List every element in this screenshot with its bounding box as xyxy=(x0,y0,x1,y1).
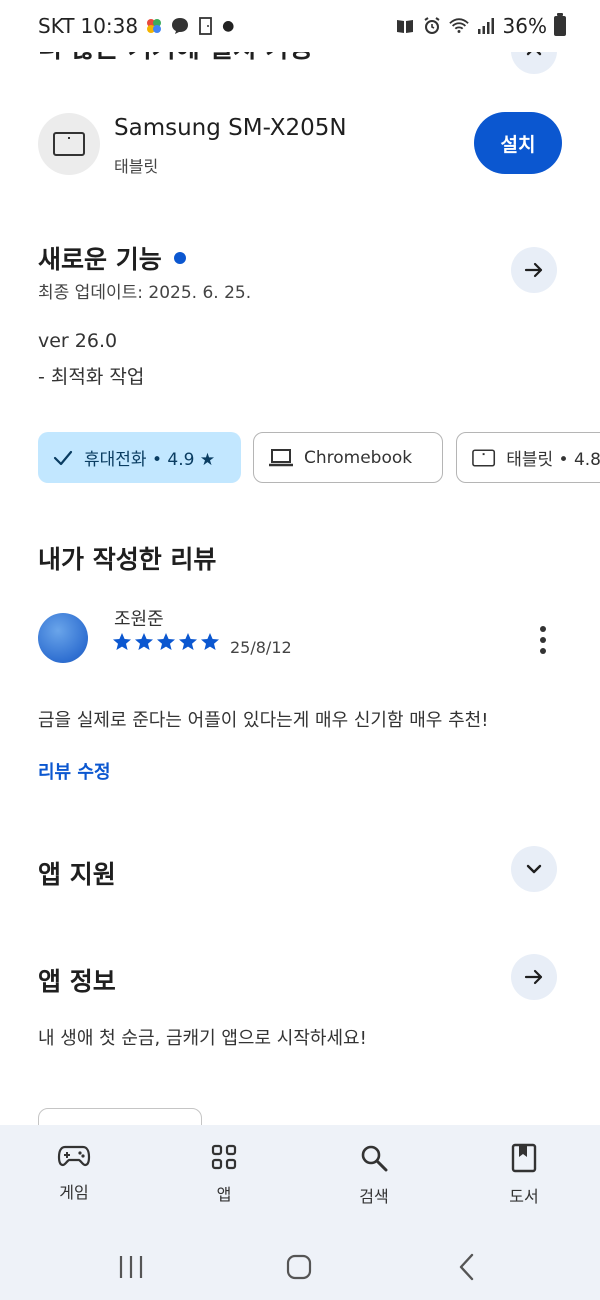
recent-apps-icon xyxy=(119,1256,143,1278)
edit-review-link[interactable]: 리뷰 수정 xyxy=(38,758,111,784)
review-more-button[interactable] xyxy=(530,622,556,658)
home-icon xyxy=(286,1254,312,1280)
more-vert-dot xyxy=(540,648,546,654)
nav-books[interactable]: 도서 xyxy=(479,1143,569,1207)
nav-apps[interactable]: 앱 xyxy=(179,1143,269,1205)
laptop-icon xyxy=(269,448,293,466)
status-left: SKT 10:38 ● xyxy=(38,14,234,38)
home-button[interactable] xyxy=(279,1249,319,1285)
reading-mode-icon xyxy=(395,16,415,36)
device-avatar xyxy=(38,113,100,175)
nav-search-label: 검색 xyxy=(359,1187,389,1206)
my-review-title: 내가 작성한 리뷰 xyxy=(38,545,217,574)
app-info-description: 내 생애 첫 순금, 금캐기 앱으로 시작하세요! xyxy=(38,1028,367,1049)
chip-phone-label: 휴대전화 • 4.9 ★ xyxy=(84,450,216,470)
signal-icon xyxy=(476,16,496,36)
arrow-right-icon xyxy=(524,969,543,985)
battery-icon xyxy=(554,13,566,36)
door-notification-icon xyxy=(196,16,216,36)
avatar xyxy=(38,613,88,663)
more-vert-dot xyxy=(540,626,546,632)
book-icon xyxy=(511,1143,537,1173)
battery-percent: 36% xyxy=(502,14,547,38)
device-name: Samsung SM-X205N xyxy=(114,115,347,141)
recent-apps-button[interactable] xyxy=(111,1249,151,1285)
chip-chromebook[interactable]: Chromebook xyxy=(253,432,443,483)
chip-tablet-label: 태블릿 • 4.8 xyxy=(506,450,600,470)
device-filter-chips: 휴대전화 • 4.9 ★ Chromebook 태블릿 • 4.8 xyxy=(38,432,600,483)
star-icon xyxy=(201,633,219,650)
chevron-down-icon xyxy=(526,864,542,874)
app-notification-icon xyxy=(144,16,164,36)
carrier-label: SKT xyxy=(38,14,75,38)
tablet-icon xyxy=(472,448,496,467)
more-notifications-dot: ● xyxy=(222,18,235,34)
whats-new-header[interactable]: 새로운 기능 xyxy=(38,240,186,276)
chat-notification-icon xyxy=(170,16,190,36)
star-icon xyxy=(157,633,175,650)
nav-games-label: 게임 xyxy=(59,1183,89,1202)
alarm-icon xyxy=(422,16,442,36)
expand-support-button[interactable] xyxy=(511,846,557,892)
reviewer-name: 조원준 xyxy=(114,609,164,630)
nav-games[interactable]: 게임 xyxy=(29,1143,119,1203)
back-button[interactable] xyxy=(447,1249,487,1285)
app-info-title[interactable]: 앱 정보 xyxy=(38,962,116,998)
apps-grid-icon xyxy=(211,1144,237,1170)
more-vert-dot xyxy=(540,637,546,643)
chip-phone[interactable]: 휴대전화 • 4.9 ★ xyxy=(38,432,241,483)
status-right: 36% xyxy=(395,13,566,38)
search-icon xyxy=(361,1145,388,1172)
last-updated: 최종 업데이트: 2025. 6. 25. xyxy=(38,283,252,303)
star-rating xyxy=(112,632,220,652)
arrow-right-icon xyxy=(524,262,543,278)
whats-new-title: 새로운 기능 xyxy=(38,245,162,274)
review-date: 25/8/12 xyxy=(230,638,292,657)
star-icon xyxy=(113,633,131,650)
chip-tablet[interactable]: 태블릿 • 4.8 xyxy=(456,432,600,483)
status-bar: SKT 10:38 ● 36% xyxy=(0,0,600,52)
star-icon xyxy=(135,633,153,650)
nav-books-label: 도서 xyxy=(509,1187,539,1206)
clock: 10:38 xyxy=(80,14,139,38)
device-type: 태블릿 xyxy=(114,157,159,176)
new-indicator-dot xyxy=(173,252,186,264)
chip-chromebook-label: Chromebook xyxy=(304,447,413,468)
wifi-icon xyxy=(448,16,469,36)
bottom-navigation: 게임 앱 검색 도서 xyxy=(0,1125,600,1235)
app-support-title[interactable]: 앱 지원 xyxy=(38,855,116,891)
check-icon xyxy=(53,450,73,465)
gamepad-icon xyxy=(57,1145,91,1167)
nav-apps-label: 앱 xyxy=(216,1185,232,1204)
version-text: ver 26.0 xyxy=(38,330,118,352)
nav-search[interactable]: 검색 xyxy=(329,1143,419,1207)
tablet-icon xyxy=(53,132,85,156)
whats-new-arrow-button[interactable] xyxy=(511,247,557,293)
review-text: 금을 실제로 준다는 어플이 있다는게 매우 신기함 매우 추천! xyxy=(38,710,489,731)
star-icon xyxy=(179,633,197,650)
install-button[interactable]: 설치 xyxy=(474,112,562,174)
app-info-arrow-button[interactable] xyxy=(511,954,557,1000)
device-row: Samsung SM-X205N 태블릿 설치 xyxy=(38,111,562,177)
release-note: - 최적화 작업 xyxy=(38,366,145,388)
back-chevron-icon xyxy=(459,1253,474,1281)
system-navigation-bar xyxy=(0,1235,600,1300)
